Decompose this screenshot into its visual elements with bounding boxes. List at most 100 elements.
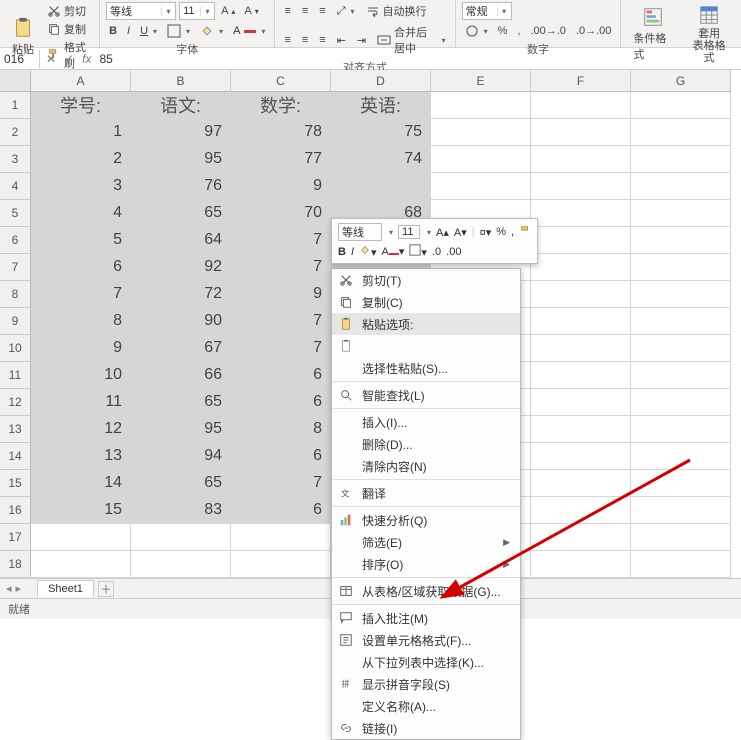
cell-14-C[interactable]: 6: [231, 443, 331, 470]
cell-8-A[interactable]: 7: [31, 281, 131, 308]
row-head-5[interactable]: 5: [0, 200, 31, 227]
cell-3-F[interactable]: [531, 146, 631, 173]
align-middle-button[interactable]: ≡: [299, 2, 311, 20]
cell-8-C[interactable]: 9: [231, 281, 331, 308]
row-head-6[interactable]: 6: [0, 227, 31, 254]
ctx-item-20[interactable]: 插入批注(M): [332, 607, 520, 629]
cell-1-E[interactable]: [431, 92, 531, 119]
decrease-font-button[interactable]: A▾: [241, 3, 261, 19]
mini-bold[interactable]: B: [338, 246, 346, 258]
col-head-C[interactable]: C: [231, 70, 331, 92]
cell-14-B[interactable]: 94: [131, 443, 231, 470]
formula-value[interactable]: 85: [99, 52, 112, 66]
cell-6-G[interactable]: [631, 227, 731, 254]
mini-italic[interactable]: I: [351, 246, 354, 258]
cell-6-C[interactable]: 7: [231, 227, 331, 254]
ctx-item-21[interactable]: 设置单元格格式(F)...: [332, 629, 520, 651]
ctx-item-8[interactable]: 插入(I)...: [332, 411, 520, 433]
cell-1-D[interactable]: 英语:: [331, 92, 431, 119]
align-bottom-button[interactable]: ≡: [316, 2, 328, 20]
cell-3-A[interactable]: 2: [31, 146, 131, 173]
bold-button[interactable]: B: [106, 23, 120, 39]
cell-11-B[interactable]: 66: [131, 362, 231, 389]
cell-4-B[interactable]: 76: [131, 173, 231, 200]
cell-11-A[interactable]: 10: [31, 362, 131, 389]
ctx-item-14[interactable]: 快速分析(Q): [332, 509, 520, 531]
col-head-B[interactable]: B: [131, 70, 231, 92]
cell-10-B[interactable]: 67: [131, 335, 231, 362]
mini-dec-font[interactable]: A▾: [454, 226, 467, 239]
cell-17-A[interactable]: [31, 524, 131, 551]
row-head-13[interactable]: 13: [0, 416, 31, 443]
cell-3-D[interactable]: 74: [331, 146, 431, 173]
cell-10-F[interactable]: [531, 335, 631, 362]
currency-button[interactable]: ▾: [462, 23, 491, 39]
cell-14-F[interactable]: [531, 443, 631, 470]
cell-3-E[interactable]: [431, 146, 531, 173]
mini-fill-color[interactable]: ▾: [359, 244, 377, 259]
ctx-item-22[interactable]: 从下拉列表中选择(K)...: [332, 651, 520, 673]
row-head-17[interactable]: 17: [0, 524, 31, 551]
ctx-item-2[interactable]: 粘贴选项:: [332, 313, 520, 335]
cell-9-G[interactable]: [631, 308, 731, 335]
cell-12-F[interactable]: [531, 389, 631, 416]
mini-percent[interactable]: %: [496, 226, 506, 238]
cell-7-C[interactable]: 7: [231, 254, 331, 281]
increase-decimal-button[interactable]: .00→.0: [527, 23, 568, 39]
row-head-12[interactable]: 12: [0, 389, 31, 416]
increase-font-button[interactable]: A▴: [218, 3, 238, 19]
cell-14-G[interactable]: [631, 443, 731, 470]
comma-button[interactable]: ,: [514, 23, 523, 39]
cell-9-A[interactable]: 8: [31, 308, 131, 335]
col-head-E[interactable]: E: [431, 70, 531, 92]
row-head-7[interactable]: 7: [0, 254, 31, 281]
row-head-18[interactable]: 18: [0, 551, 31, 578]
mini-comma[interactable]: ,: [511, 226, 514, 238]
cell-7-B[interactable]: 92: [131, 254, 231, 281]
cell-1-G[interactable]: [631, 92, 731, 119]
cell-6-B[interactable]: 64: [131, 227, 231, 254]
font-color-button[interactable]: A▾: [230, 23, 268, 39]
align-right-button[interactable]: ≡: [316, 23, 328, 57]
cell-10-A[interactable]: 9: [31, 335, 131, 362]
cell-4-F[interactable]: [531, 173, 631, 200]
cell-2-E[interactable]: [431, 119, 531, 146]
cell-16-F[interactable]: [531, 497, 631, 524]
cell-1-A[interactable]: 学号:: [31, 92, 131, 119]
row-head-1[interactable]: 1: [0, 92, 31, 119]
col-head-A[interactable]: A: [31, 70, 131, 92]
cell-4-A[interactable]: 3: [31, 173, 131, 200]
cell-12-B[interactable]: 65: [131, 389, 231, 416]
cell-3-C[interactable]: 77: [231, 146, 331, 173]
cell-2-F[interactable]: [531, 119, 631, 146]
cell-11-G[interactable]: [631, 362, 731, 389]
cell-5-C[interactable]: 70: [231, 200, 331, 227]
cell-15-F[interactable]: [531, 470, 631, 497]
row-head-3[interactable]: 3: [0, 146, 31, 173]
ctx-item-16[interactable]: 排序(O)▶: [332, 553, 520, 575]
ctx-item-15[interactable]: 筛选(E)▶: [332, 531, 520, 553]
align-center-button[interactable]: ≡: [299, 23, 311, 57]
cell-5-B[interactable]: 65: [131, 200, 231, 227]
cell-15-C[interactable]: 7: [231, 470, 331, 497]
add-sheet-button[interactable]: ＋: [98, 581, 114, 597]
cell-2-C[interactable]: 78: [231, 119, 331, 146]
indent-inc-button[interactable]: ⇥: [354, 23, 369, 57]
copy-button[interactable]: 复制: [44, 20, 93, 38]
cell-7-A[interactable]: 6: [31, 254, 131, 281]
cell-8-B[interactable]: 72: [131, 281, 231, 308]
col-head-F[interactable]: F: [531, 70, 631, 92]
mini-border[interactable]: ▾: [409, 244, 427, 259]
ctx-item-6[interactable]: 智能查找(L): [332, 384, 520, 406]
ctx-item-9[interactable]: 删除(D)...: [332, 433, 520, 455]
cell-15-A[interactable]: 14: [31, 470, 131, 497]
cell-4-D[interactable]: [331, 173, 431, 200]
cell-5-A[interactable]: 4: [31, 200, 131, 227]
cell-7-F[interactable]: [531, 254, 631, 281]
cell-12-A[interactable]: 11: [31, 389, 131, 416]
ctx-item-18[interactable]: 从表格/区域获取数据(G)...: [332, 580, 520, 602]
mini-font-color[interactable]: A▾: [382, 245, 405, 258]
italic-button[interactable]: I: [124, 23, 133, 39]
ctx-item-3[interactable]: [332, 335, 520, 357]
cell-3-B[interactable]: 95: [131, 146, 231, 173]
